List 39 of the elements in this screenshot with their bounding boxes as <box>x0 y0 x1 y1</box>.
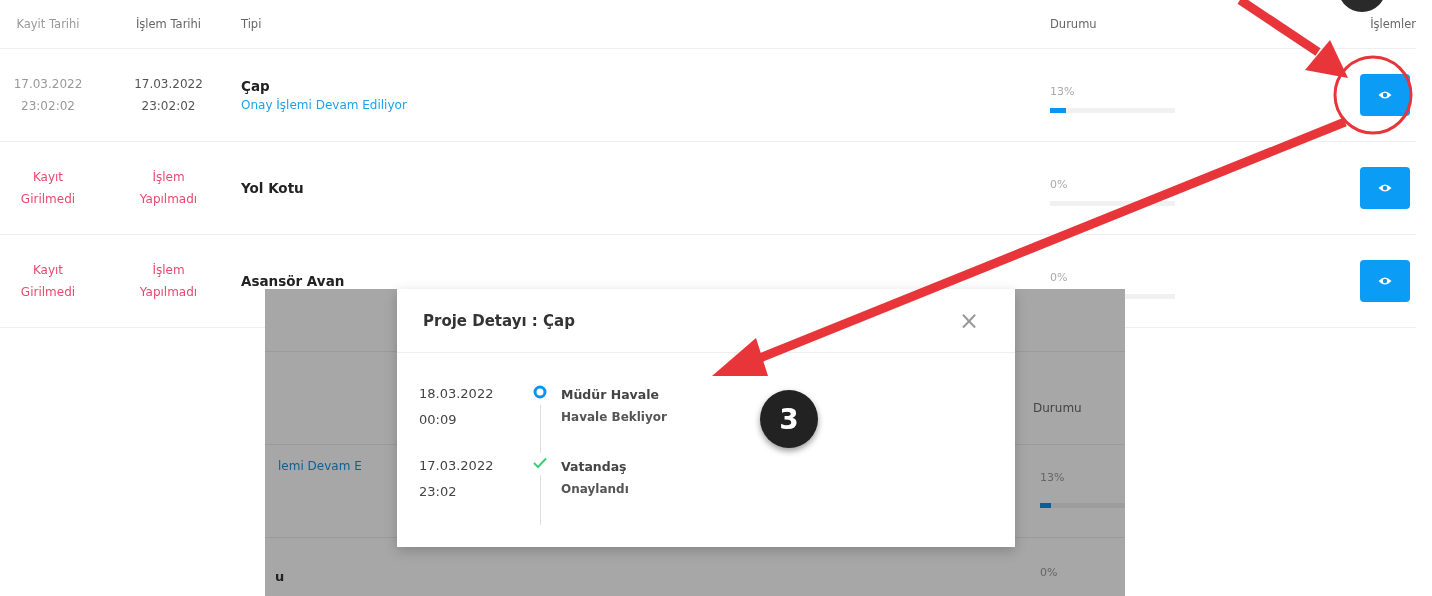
timeline-note: Onaylandı <box>561 481 629 498</box>
project-type: Yol Kotu <box>241 180 305 196</box>
table-cell-text: Kayıt Girilmedi <box>20 169 76 208</box>
project-type: u <box>275 569 285 584</box>
view-button[interactable] <box>1360 167 1410 209</box>
progress-reading: 13% <box>1050 85 1076 98</box>
eye-icon <box>1378 276 1392 286</box>
status-text: lemi Devam E <box>278 459 362 473</box>
progress-reading: 0% <box>1040 566 1058 579</box>
timeline-title: Müdür Havale <box>561 386 660 404</box>
progress-reading: 13% <box>1040 471 1065 484</box>
check-icon <box>533 457 547 469</box>
timeline-date: 18.03.2022 00:09 <box>419 385 495 429</box>
pending-icon <box>533 385 547 399</box>
project-type: Çap <box>241 78 271 94</box>
timeline-date: 17.03.2022 23:02 <box>419 457 495 501</box>
modal-title: Proje Detayı : Çap <box>423 311 575 330</box>
project-type: Asansör Avan <box>241 273 346 289</box>
table-cell-text: İşlem Yapılmadı <box>139 169 198 208</box>
eye-icon <box>1378 183 1392 193</box>
timeline-note: Havale Bekliyor <box>561 409 667 426</box>
column-header: Durumu <box>1050 17 1098 31</box>
table-cell-text: İşlem Yapılmadı <box>139 262 198 301</box>
close-button[interactable]: × <box>958 306 979 335</box>
view-button[interactable] <box>1360 260 1410 302</box>
status-text: Onay İşlemi Devam Ediliyor <box>241 98 408 112</box>
progress-reading: 0% <box>1050 271 1069 284</box>
timeline-title: Vatandaş <box>561 458 628 476</box>
column-header: Durumu <box>1033 401 1082 415</box>
column-header: İşlem Tarihi <box>134 17 203 31</box>
table-cell-text: 17.03.2022 23:02:02 <box>13 76 83 115</box>
column-header: Tipi <box>241 17 263 31</box>
column-header: Kayit Tarihi <box>15 17 81 31</box>
eye-icon <box>1378 90 1392 100</box>
column-header: İşlemler <box>1369 17 1416 31</box>
table-cell-text: Kayıt Girilmedi <box>20 262 76 301</box>
progress-reading: 0% <box>1050 178 1069 191</box>
table-cell-text: 17.03.2022 23:02:02 <box>134 76 203 115</box>
view-button[interactable] <box>1360 74 1410 116</box>
